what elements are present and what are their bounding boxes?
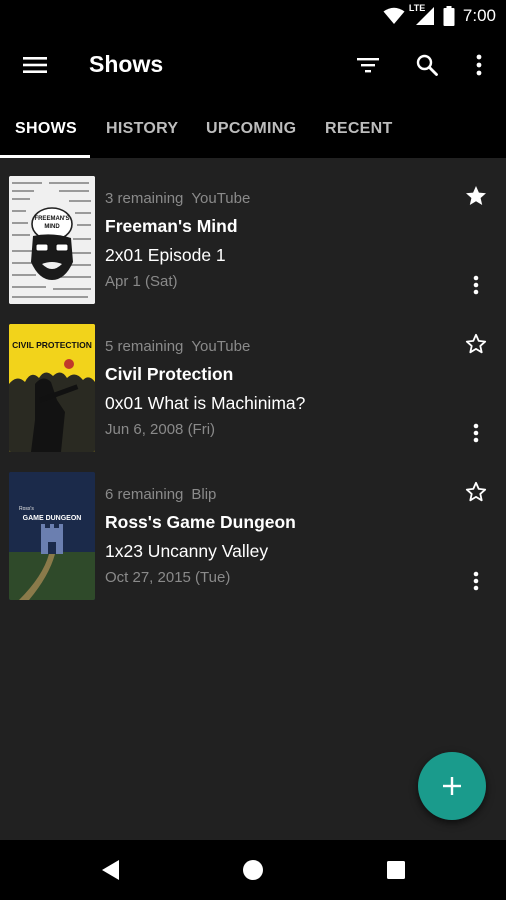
menu-button[interactable]	[17, 47, 53, 83]
recents-button[interactable]	[384, 858, 408, 882]
episode-date: Oct 27, 2015 (Tue)	[105, 569, 231, 586]
add-show-button[interactable]	[418, 752, 486, 820]
star-outline-icon	[465, 333, 487, 354]
svg-text:MIND: MIND	[44, 224, 60, 230]
favorite-toggle[interactable]	[464, 332, 488, 356]
show-title: Freeman's Mind	[105, 216, 238, 236]
star-outline-icon	[465, 481, 487, 502]
row-overflow-button[interactable]	[466, 569, 486, 593]
show-poster: CIVIL PROTECTION	[9, 324, 95, 452]
show-poster: FREEMAN'S MIND	[9, 176, 95, 304]
remaining-count: 6 remaining	[105, 486, 184, 503]
tab-bar: SHOWS HISTORY UPCOMING RECENT	[0, 98, 506, 158]
recents-icon	[387, 861, 405, 879]
svg-text:Ross's: Ross's	[19, 506, 34, 512]
remaining-count: 3 remaining	[105, 190, 184, 207]
filter-button[interactable]	[350, 47, 386, 83]
network-type: LTE	[408, 3, 426, 13]
tab-history[interactable]: HISTORY	[106, 120, 178, 138]
overflow-menu-button[interactable]	[461, 47, 497, 83]
next-episode: 0x01 What is Machinima?	[105, 393, 306, 413]
row-overflow-button[interactable]	[466, 421, 486, 445]
cell-signal-icon: LTE	[409, 3, 435, 26]
wifi-icon	[383, 7, 405, 24]
menu-icon	[23, 57, 47, 73]
search-icon	[416, 54, 438, 76]
show-row-ross-game-dungeon[interactable]: Ross's GAME DUNGEON 6 remaining Blip Ross…	[0, 454, 506, 602]
clock: 7:00	[462, 6, 496, 25]
overflow-icon	[473, 275, 479, 295]
page-title: Shows	[89, 51, 164, 77]
svg-text:GAME DUNGEON: GAME DUNGEON	[23, 515, 82, 522]
overflow-icon	[473, 571, 479, 591]
show-meta: 5 remaining YouTube	[105, 338, 250, 355]
network-name: Blip	[191, 486, 217, 503]
favorite-toggle[interactable]	[464, 480, 488, 504]
show-title: Civil Protection	[105, 364, 234, 384]
show-title: Ross's Game Dungeon	[105, 512, 296, 532]
show-row-civil-protection[interactable]: CIVIL PROTECTION 5 remaining YouTube Civi…	[0, 306, 506, 454]
search-button[interactable]	[409, 47, 445, 83]
overflow-icon	[473, 423, 479, 443]
network-name: YouTube	[191, 338, 251, 355]
svg-text:FREEMAN'S: FREEMAN'S	[34, 216, 69, 222]
tab-recent[interactable]: RECENT	[325, 120, 393, 138]
home-button[interactable]	[241, 858, 265, 882]
svg-text:CIVIL PROTECTION: CIVIL PROTECTION	[12, 340, 92, 350]
status-bar: LTE 7:00	[0, 0, 506, 32]
tab-upcoming[interactable]: UPCOMING	[206, 120, 296, 138]
show-meta: 3 remaining YouTube	[105, 190, 250, 207]
star-filled-icon	[466, 186, 486, 205]
system-nav-bar	[0, 840, 506, 900]
app-bar: Shows	[0, 32, 506, 98]
episode-date: Jun 6, 2008 (Fri)	[105, 421, 216, 438]
back-icon	[102, 860, 119, 880]
remaining-count: 5 remaining	[105, 338, 184, 355]
network-name: YouTube	[191, 190, 251, 207]
show-row-freemans-mind[interactable]: FREEMAN'S MIND 3 remaining YouTube Freema…	[0, 158, 506, 306]
show-poster: Ross's GAME DUNGEON	[9, 472, 95, 600]
row-overflow-button[interactable]	[466, 273, 486, 297]
battery-icon	[443, 6, 455, 26]
show-meta: 6 remaining Blip	[105, 486, 216, 503]
next-episode: 2x01 Episode 1	[105, 245, 226, 265]
overflow-icon	[476, 54, 482, 76]
tab-shows[interactable]: SHOWS	[15, 120, 77, 138]
episode-date: Apr 1 (Sat)	[105, 273, 178, 290]
home-icon	[243, 860, 263, 880]
filter-icon	[357, 58, 379, 73]
next-episode: 1x23 Uncanny Valley	[105, 541, 269, 561]
favorite-toggle[interactable]	[464, 184, 488, 208]
back-button[interactable]	[98, 858, 122, 882]
add-icon	[443, 777, 461, 795]
